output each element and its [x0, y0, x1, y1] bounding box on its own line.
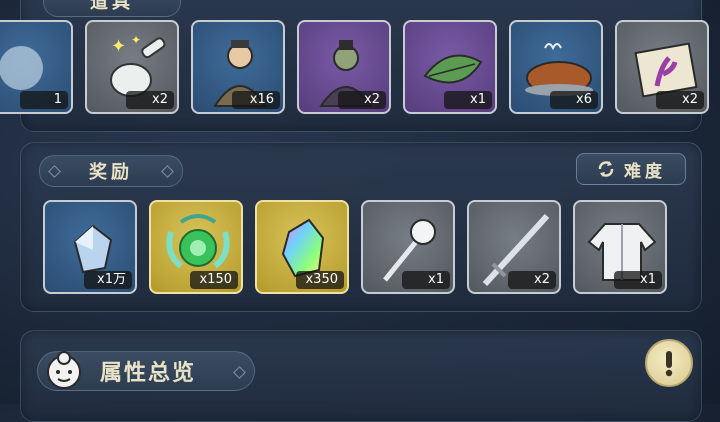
reward-slot-mace[interactable]: x1 [361, 200, 455, 294]
reward-slot-sword[interactable]: x2 [467, 200, 561, 294]
tag-ornament [161, 165, 174, 178]
item-slot-dark-figure[interactable]: x2 [297, 20, 391, 114]
info-button[interactable] [645, 339, 693, 387]
items-row: 1 ✦ ✦ x2 x16 x2 x1 x6 x2 [0, 20, 709, 114]
item-qty: x1 [444, 91, 492, 109]
rewards-row: x1万 x150 x350 x1 x2 x1 [43, 200, 667, 294]
item-qty: 1 [20, 91, 68, 109]
rewards-title-tag: 奖励 [39, 155, 183, 187]
reward-qty: x1 [402, 271, 450, 289]
item-qty: x2 [126, 91, 174, 109]
rewards-title: 奖励 [89, 162, 133, 183]
tag-ornament [233, 366, 246, 379]
refresh-icon [598, 161, 614, 177]
reward-qty: x2 [508, 271, 556, 289]
items-title-tag: 道具 [43, 0, 181, 17]
item-qty: x6 [550, 91, 598, 109]
item-qty: x2 [656, 91, 704, 109]
svg-text:✦: ✦ [131, 33, 141, 47]
reward-slot-orb[interactable]: x150 [149, 200, 243, 294]
reward-slot-rainbow[interactable]: x350 [255, 200, 349, 294]
exclamation-icon [665, 351, 673, 377]
item-slot-roast[interactable]: x6 [509, 20, 603, 114]
items-panel: 道具 1 ✦ ✦ x2 x16 x2 x1 x6 x2 [0, 0, 709, 132]
svg-text:✦: ✦ [111, 36, 126, 57]
reward-qty: x1万 [84, 271, 132, 289]
difficulty-label: 难度 [624, 161, 666, 182]
attributes-title-tag: 属性总览 [37, 351, 255, 391]
items-title: 道具 [90, 0, 134, 13]
rewards-panel: 奖励 难度 x1万 x150 x350 x1 x2 x1 [20, 142, 702, 312]
item-qty: x2 [338, 91, 386, 109]
item-qty: x16 [232, 91, 280, 109]
avatar-icon [47, 351, 81, 389]
attributes-panel: 属性总览 [20, 330, 702, 422]
reward-slot-crystal[interactable]: x1万 [43, 200, 137, 294]
item-slot-spoon[interactable]: ✦ ✦ x2 [85, 20, 179, 114]
attributes-title: 属性总览 [100, 361, 197, 386]
reward-qty: x1 [614, 271, 662, 289]
reward-qty: x350 [296, 271, 344, 289]
item-slot-leaf[interactable]: x1 [403, 20, 497, 114]
item-slot-scroll[interactable]: x2 [615, 20, 709, 114]
tag-ornament [48, 165, 61, 178]
reward-qty: x150 [190, 271, 238, 289]
item-slot-villager[interactable]: x16 [191, 20, 285, 114]
item-slot-cut[interactable]: 1 [0, 20, 73, 114]
reward-slot-robe[interactable]: x1 [573, 200, 667, 294]
difficulty-button[interactable]: 难度 [576, 153, 686, 185]
